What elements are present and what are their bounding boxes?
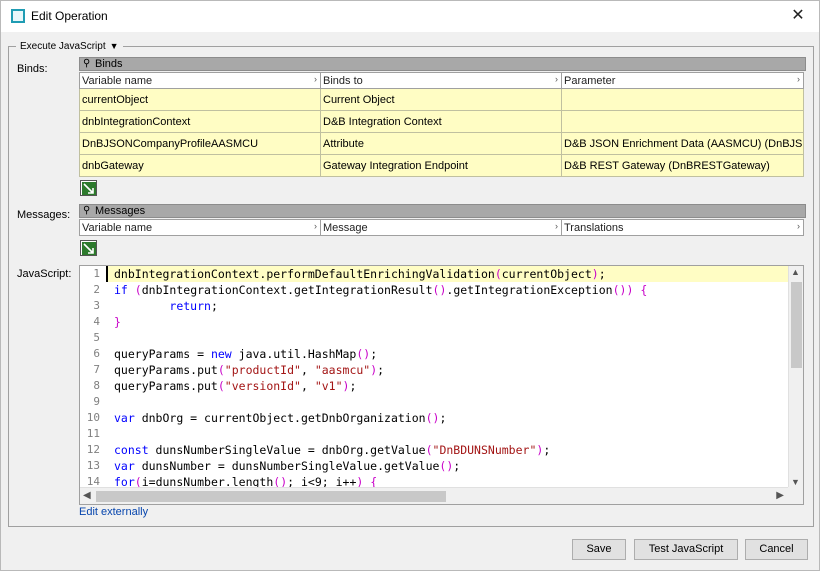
binds-header: ⚲ Binds: [79, 57, 806, 71]
code-line[interactable]: [106, 426, 790, 442]
bind-parameter-cell[interactable]: [561, 110, 804, 133]
column-header-message[interactable]: Message ›: [320, 219, 562, 236]
code-line[interactable]: [106, 394, 790, 410]
sort-arrow-icon: ›: [555, 74, 558, 84]
sort-arrow-icon: ›: [314, 74, 317, 84]
scroll-down-icon: ▼: [791, 477, 800, 487]
table-row[interactable]: DnBJSONCompanyProfileAASMCU Attribute D&…: [79, 132, 804, 155]
scroll-right-icon: ▶: [776, 490, 784, 501]
cancel-button[interactable]: Cancel: [745, 539, 808, 560]
code-line[interactable]: queryParams.put("versionId", "v1");: [106, 378, 790, 394]
code-line[interactable]: [106, 330, 790, 346]
binds-header-title: Binds: [95, 58, 123, 70]
bind-target-cell[interactable]: Gateway Integration Endpoint: [320, 154, 562, 177]
edit-operation-dialog: Edit Operation ✕ Execute JavaScript ▼ Bin…: [0, 0, 820, 571]
horizontal-scroll-thumb[interactable]: [96, 491, 446, 502]
bind-parameter-cell[interactable]: D&B JSON Enrichment Data (AASMCU) (DnBJS…: [561, 132, 804, 155]
bind-variable-cell[interactable]: DnBJSONCompanyProfileAASMCU: [79, 132, 321, 155]
test-javascript-button[interactable]: Test JavaScript: [634, 539, 738, 560]
window-title: Edit Operation: [31, 9, 108, 23]
pin-icon[interactable]: ⚲: [83, 58, 90, 70]
bind-variable-cell[interactable]: dnbGateway: [79, 154, 321, 177]
bind-target-cell[interactable]: Current Object: [320, 88, 562, 111]
code-line[interactable]: if (dnbIntegrationContext.getIntegration…: [106, 282, 790, 298]
code-line[interactable]: queryParams.put("productId", "aasmcu");: [106, 362, 790, 378]
messages-table: Variable name › Message › Translations ›: [79, 219, 804, 236]
code-line[interactable]: const dunsNumberSingleValue = dnbOrg.get…: [106, 442, 790, 458]
bind-variable-cell[interactable]: currentObject: [79, 88, 321, 111]
save-button[interactable]: Save: [572, 539, 626, 560]
bind-variable-cell[interactable]: dnbIntegrationContext: [79, 110, 321, 133]
bind-target-cell[interactable]: Attribute: [320, 132, 562, 155]
binds-table: Variable name › Binds to › Parameter › curr…: [79, 72, 804, 177]
column-header-binds-to[interactable]: Binds to ›: [320, 72, 562, 89]
group-legend[interactable]: Execute JavaScript ▼: [16, 41, 123, 52]
horizontal-scrollbar[interactable]: ◀ ▶: [80, 487, 790, 504]
column-header-translations[interactable]: Translations ›: [561, 219, 804, 236]
column-header-parameter[interactable]: Parameter ›: [561, 72, 804, 89]
code-line[interactable]: }: [106, 314, 790, 330]
messages-header-row: Variable name › Message › Translations ›: [79, 219, 804, 236]
sort-arrow-icon: ›: [555, 221, 558, 231]
scroll-corner: [788, 487, 803, 504]
messages-header: ⚲ Messages: [79, 204, 806, 218]
close-button[interactable]: ✕: [783, 4, 813, 28]
javascript-editor[interactable]: 12 34 56 78 9 10 11 12 13 14 dnbIntegration…: [79, 265, 804, 505]
code-line[interactable]: var dnbOrg = currentObject.getDnbOrganiz…: [106, 410, 790, 426]
scroll-left-icon: ◀: [83, 490, 91, 501]
code-line[interactable]: for(i=dunsNumber.length(); i<9; i++) {: [106, 474, 790, 488]
window-icon: [11, 9, 25, 23]
edit-externally-link[interactable]: Edit externally: [79, 506, 148, 518]
column-header-variable-name[interactable]: Variable name ›: [79, 219, 321, 236]
group-label: Execute JavaScript: [20, 41, 106, 52]
add-bind-button[interactable]: [80, 180, 97, 196]
sort-arrow-icon: ›: [797, 221, 800, 231]
javascript-label: JavaScript:: [17, 268, 72, 280]
scroll-up-icon: ▲: [791, 267, 800, 277]
table-row[interactable]: dnbGateway Gateway Integration Endpoint …: [79, 154, 804, 177]
add-message-button[interactable]: [80, 240, 97, 256]
line-number-gutter: 12 34 56 78 9 10 11 12 13 14: [80, 266, 104, 488]
close-icon: ✕: [791, 7, 805, 24]
add-row-icon: [82, 182, 96, 195]
code-line[interactable]: return;: [106, 298, 790, 314]
binds-label: Binds:: [17, 63, 48, 75]
title-bar: Edit Operation ✕: [1, 1, 819, 32]
table-row[interactable]: currentObject Current Object: [79, 88, 804, 111]
code-line[interactable]: var dunsNumber = dunsNumberSingleValue.g…: [106, 458, 790, 474]
bind-parameter-cell[interactable]: D&B REST Gateway (DnBRESTGateway): [561, 154, 804, 177]
sort-arrow-icon: ›: [314, 221, 317, 231]
bind-parameter-cell[interactable]: [561, 88, 804, 111]
messages-header-title: Messages: [95, 205, 146, 217]
table-row[interactable]: dnbIntegrationContext D&B Integration Co…: [79, 110, 804, 133]
code-line[interactable]: queryParams = new java.util.HashMap();: [106, 346, 790, 362]
vertical-scroll-thumb[interactable]: [791, 282, 802, 368]
chevron-down-icon: ▼: [109, 41, 119, 51]
column-header-variable-name[interactable]: Variable name ›: [79, 72, 321, 89]
code-line[interactable]: dnbIntegrationContext.performDefaultEnri…: [106, 266, 790, 282]
bind-target-cell[interactable]: D&B Integration Context: [320, 110, 562, 133]
pin-icon[interactable]: ⚲: [83, 205, 90, 217]
add-row-icon: [82, 242, 96, 255]
messages-label: Messages:: [17, 209, 71, 221]
code-area[interactable]: dnbIntegrationContext.performDefaultEnri…: [106, 266, 790, 488]
binds-header-row: Variable name › Binds to › Parameter ›: [79, 72, 804, 89]
vertical-scrollbar[interactable]: ▲ ▼: [788, 266, 803, 488]
sort-arrow-icon: ›: [797, 74, 800, 84]
